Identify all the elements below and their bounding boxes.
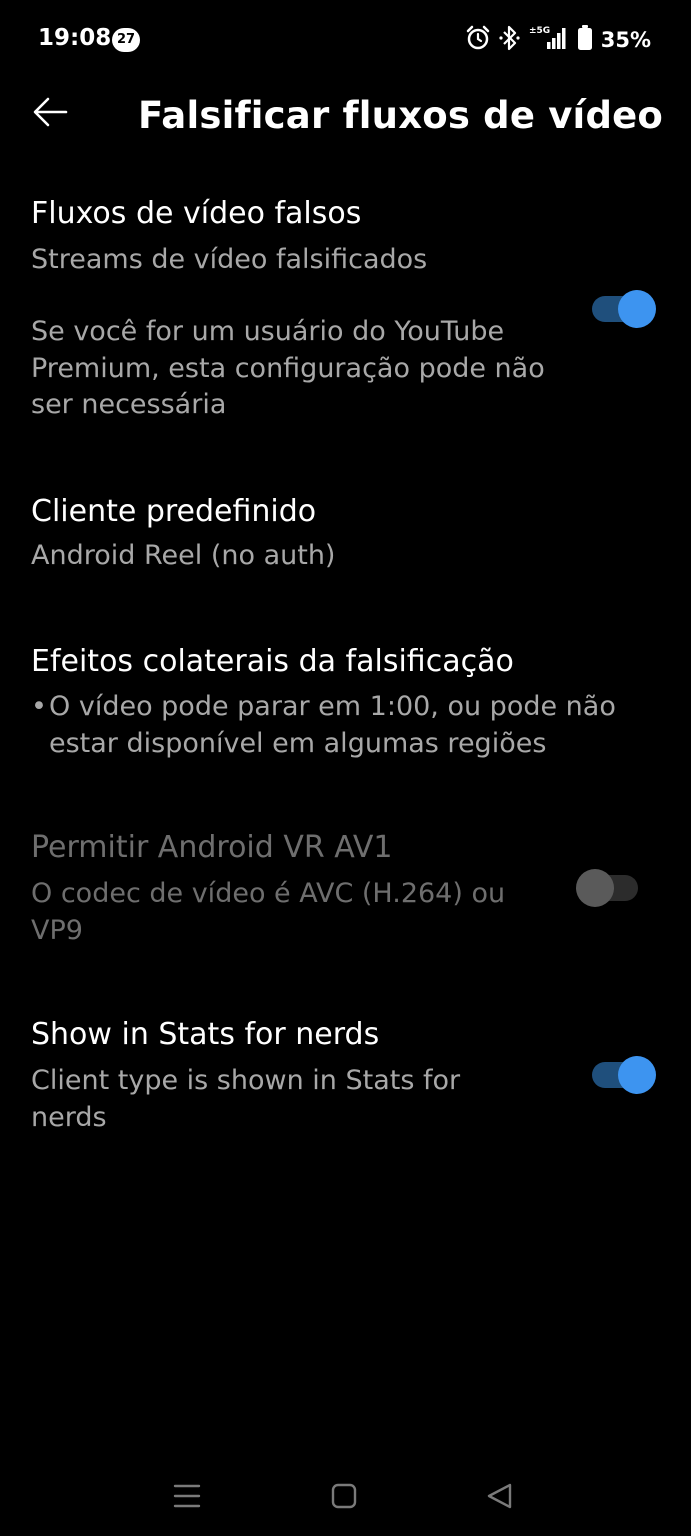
arrow-left-icon bbox=[30, 97, 70, 134]
status-bar: 19:08 27 ±5G 35% bbox=[0, 0, 691, 80]
show-in-stats-for-nerds-toggle[interactable] bbox=[592, 1053, 656, 1097]
back-nav-button[interactable] bbox=[480, 1476, 520, 1516]
setting-title: Show in Stats for nerds bbox=[31, 1017, 380, 1052]
home-button[interactable] bbox=[324, 1476, 364, 1516]
spoof-video-streams-toggle[interactable] bbox=[592, 287, 656, 331]
setting-title: Cliente predefinido bbox=[31, 494, 317, 529]
status-time: 19:08 bbox=[38, 25, 112, 51]
bluetooth-icon bbox=[499, 24, 521, 56]
svg-text:±5G: ±5G bbox=[529, 26, 550, 36]
toggle-thumb bbox=[618, 290, 656, 328]
setting-spoof-video-streams[interactable]: Fluxos de vídeo falsos Streams de vídeo … bbox=[0, 190, 691, 440]
setting-show-in-stats-for-nerds[interactable]: Show in Stats for nerds Client type is s… bbox=[0, 1015, 691, 1145]
setting-title: Fluxos de vídeo falsos bbox=[31, 196, 362, 231]
navigation-bar bbox=[0, 1460, 691, 1536]
allow-android-vr-av1-toggle bbox=[576, 866, 642, 910]
toggle-thumb bbox=[576, 869, 614, 907]
toggle-thumb bbox=[618, 1056, 656, 1094]
battery-percentage: 35% bbox=[600, 28, 651, 52]
status-icons: ±5G 35% bbox=[465, 24, 651, 56]
bullet-dot: • bbox=[31, 691, 47, 722]
back-button[interactable] bbox=[30, 94, 80, 134]
setting-title: Efeitos colaterais da falsificação bbox=[31, 644, 514, 679]
setting-title: Permitir Android VR AV1 bbox=[31, 830, 393, 865]
setting-subtitle: Client type is shown in Stats for nerds bbox=[31, 1065, 461, 1133]
signal-5g-icon: ±5G bbox=[529, 24, 569, 56]
setting-subtitle: Streams de vídeo falsificados bbox=[31, 244, 428, 275]
side-effect-bullet: • O vídeo pode parar em 1:00, ou pode nã… bbox=[31, 689, 671, 769]
bullet-text: O vídeo pode parar em 1:00, ou pode não … bbox=[49, 691, 616, 759]
setting-spoofing-side-effects: Efeitos colaterais da falsificação • O v… bbox=[0, 640, 691, 780]
setting-subtitle: Android Reel (no auth) bbox=[31, 540, 336, 571]
home-icon bbox=[324, 1483, 364, 1520]
setting-subtitle: O codec de vídeo é AVC (H.264) ou VP9 bbox=[31, 878, 506, 946]
back-triangle-icon bbox=[480, 1483, 520, 1520]
alarm-icon bbox=[465, 25, 491, 55]
battery-icon bbox=[577, 24, 593, 56]
recents-button[interactable] bbox=[167, 1476, 207, 1516]
setting-description: Se você for um usuário do YouTube Premiu… bbox=[31, 316, 545, 420]
recents-icon bbox=[167, 1484, 207, 1520]
notification-count-badge: 27 bbox=[112, 28, 140, 52]
app-bar: Falsificar fluxos de vídeo bbox=[0, 80, 691, 160]
page-title: Falsificar fluxos de vídeo bbox=[138, 94, 664, 137]
setting-allow-android-vr-av1: Permitir Android VR AV1 O codec de vídeo… bbox=[0, 828, 691, 958]
settings-screen: 19:08 27 ±5G 35% Falsificar fluxos de ví… bbox=[0, 0, 691, 1536]
setting-default-client[interactable]: Cliente predefinido Android Reel (no aut… bbox=[0, 490, 691, 600]
